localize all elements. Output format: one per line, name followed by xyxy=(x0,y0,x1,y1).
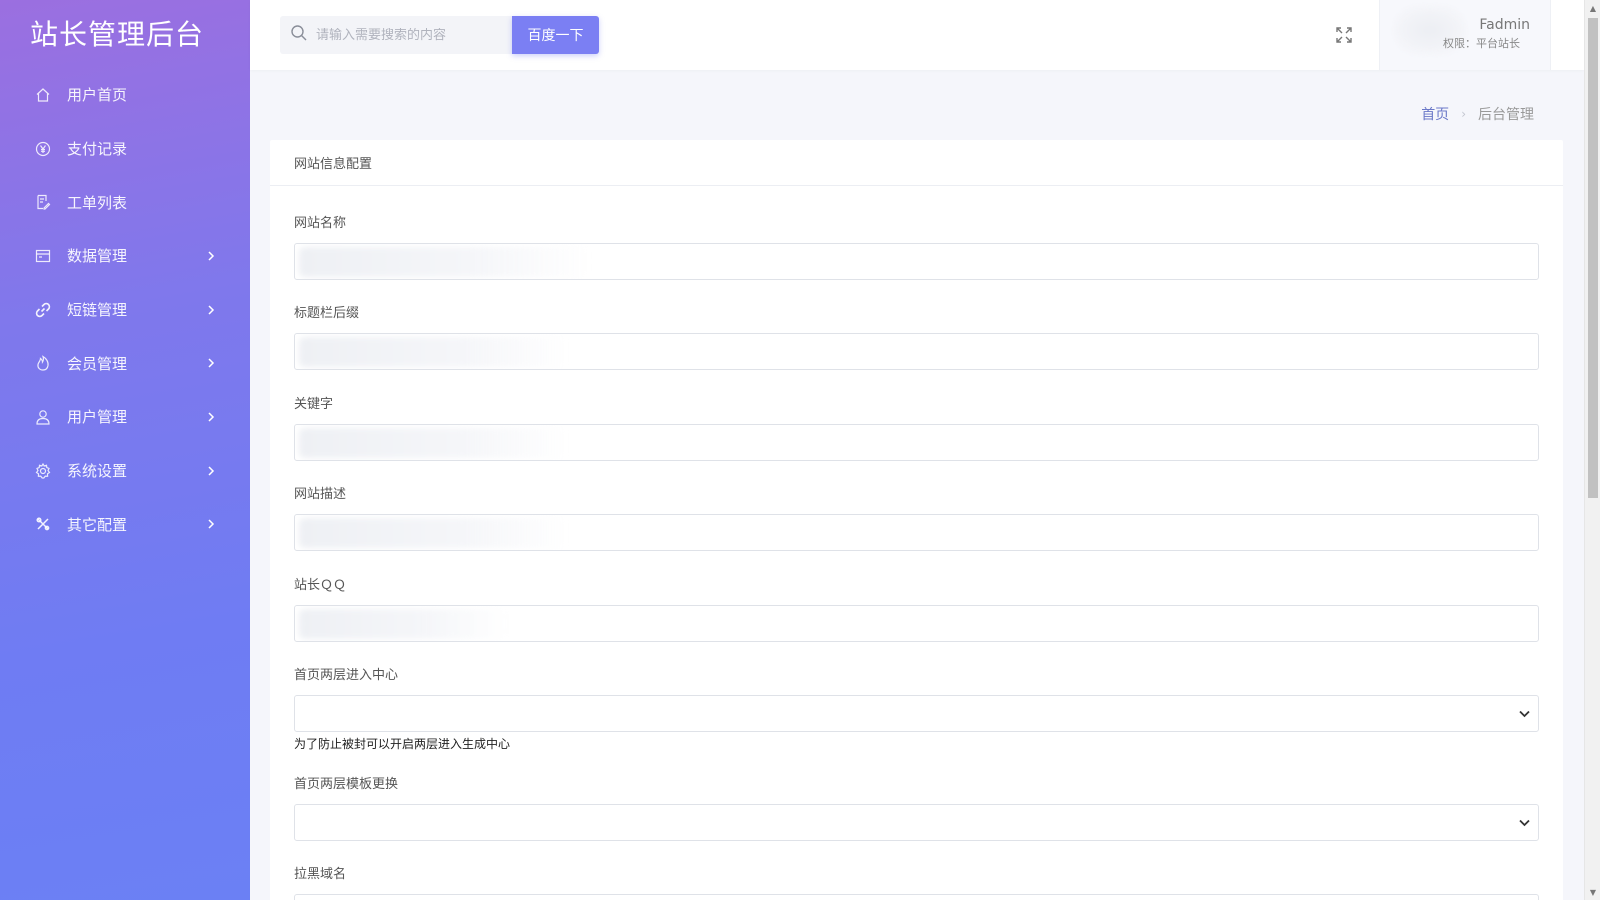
sidebar-item-user-home[interactable]: 用户首页 xyxy=(0,68,250,122)
chevron-right-icon xyxy=(206,519,216,529)
redacted-value xyxy=(299,609,509,639)
site-config-card: 网站信息配置 网站名称 标题栏后缀 关键字 网站描述 站长ＱＱ 首页两层进入中心 xyxy=(270,140,1563,900)
field-site-name: 网站名称 xyxy=(294,212,1539,280)
user-menu[interactable]: Fadmin 权限：平台站长 xyxy=(1379,0,1551,70)
redacted-value xyxy=(299,337,569,367)
sidebar-item-label: 其它配置 xyxy=(67,515,128,534)
field-site-description: 网站描述 xyxy=(294,483,1539,551)
field-keywords: 关键字 xyxy=(294,393,1539,461)
sidebar-item-payment-records[interactable]: 支付记录 xyxy=(0,122,250,176)
user-icon xyxy=(35,409,51,425)
field-label: 标题栏后缀 xyxy=(294,306,360,321)
gear-icon xyxy=(35,462,51,479)
field-label: 首页两层进入中心 xyxy=(294,668,399,683)
sidebar-item-label: 短链管理 xyxy=(67,301,128,320)
chevron-right-icon xyxy=(206,305,216,315)
breadcrumb-separator: › xyxy=(1461,107,1466,121)
brand-title[interactable]: 站长管理后台 xyxy=(0,0,250,66)
sidebar-item-system-settings[interactable]: 系统设置 xyxy=(0,444,250,498)
chevron-down-icon xyxy=(1518,708,1530,720)
sidebar-item-label: 会员管理 xyxy=(67,354,128,373)
breadcrumb: 首页 › 后台管理 xyxy=(1421,104,1534,124)
breadcrumb-home-link[interactable]: 首页 xyxy=(1421,104,1449,124)
field-title-suffix: 标题栏后缀 xyxy=(294,302,1539,370)
field-two-layer-entry: 首页两层进入中心 为了防止被封可以开启两层进入生成中心 xyxy=(294,664,1539,752)
two-layer-entry-select[interactable] xyxy=(294,695,1539,732)
tools-icon xyxy=(35,516,51,532)
fire-icon xyxy=(35,355,51,371)
user-role: 权限：平台站长 xyxy=(1443,37,1520,50)
site-description-input[interactable] xyxy=(294,514,1539,551)
sidebar-menu: 用户首页 支付记录 工单列表 数据管理 短链管理 会员管理 用户管理 系统设置 … xyxy=(0,68,250,551)
title-suffix-input[interactable] xyxy=(294,333,1539,370)
sidebar-item-label: 工单列表 xyxy=(67,193,128,212)
field-blacklist-domains: 拉黑域名 xyxy=(294,863,1539,900)
sidebar-item-label: 支付记录 xyxy=(67,140,128,159)
card-title: 网站信息配置 xyxy=(270,140,1563,186)
sidebar-item-label: 用户管理 xyxy=(67,408,128,427)
search-input[interactable] xyxy=(316,27,496,43)
sidebar-item-label: 系统设置 xyxy=(67,462,128,481)
top-header: 百度一下 Fadmin 权限：平台站长 xyxy=(250,0,1584,70)
ticket-icon xyxy=(35,194,51,210)
page-scrollbar[interactable]: ▲ ▼ xyxy=(1584,0,1600,900)
search-icon xyxy=(290,24,308,46)
yen-icon xyxy=(35,141,51,157)
fullscreen-icon[interactable] xyxy=(1333,24,1355,46)
sidebar-item-member-management[interactable]: 会员管理 xyxy=(0,336,250,390)
field-label: 首页两层模板更换 xyxy=(294,777,399,792)
chevron-right-icon xyxy=(206,251,216,261)
field-label: 拉黑域名 xyxy=(294,867,347,882)
sidebar-item-other-config[interactable]: 其它配置 xyxy=(0,498,250,552)
scroll-up-arrow-icon[interactable]: ▲ xyxy=(1585,0,1600,16)
redacted-value xyxy=(299,518,569,548)
search-bar: 百度一下 xyxy=(280,16,599,54)
scroll-thumb[interactable] xyxy=(1588,18,1598,498)
sidebar-item-data-management[interactable]: 数据管理 xyxy=(0,229,250,283)
search-field[interactable] xyxy=(280,16,512,54)
chevron-right-icon xyxy=(206,466,216,476)
keywords-input[interactable] xyxy=(294,424,1539,461)
chevron-right-icon xyxy=(206,358,216,368)
field-label: 网站名称 xyxy=(294,216,347,231)
blacklist-domains-input[interactable] xyxy=(294,894,1539,900)
site-name-input[interactable] xyxy=(294,243,1539,280)
scroll-down-arrow-icon[interactable]: ▼ xyxy=(1585,884,1600,900)
database-icon xyxy=(35,248,51,264)
breadcrumb-current: 后台管理 xyxy=(1478,107,1534,123)
sidebar-item-user-management[interactable]: 用户管理 xyxy=(0,390,250,444)
two-layer-template-select[interactable] xyxy=(294,804,1539,841)
sidebar-item-label: 数据管理 xyxy=(67,247,128,266)
home-icon xyxy=(35,87,51,103)
redacted-value xyxy=(299,428,569,458)
redacted-value xyxy=(299,247,589,277)
sidebar-item-label: 用户首页 xyxy=(67,86,128,105)
sidebar: 站长管理后台 用户首页 支付记录 工单列表 数据管理 短链管理 会员管理 用户管… xyxy=(0,0,250,900)
help-text: 为了防止被封可以开启两层进入生成中心 xyxy=(294,737,511,751)
sidebar-item-tickets[interactable]: 工单列表 xyxy=(0,175,250,229)
chevron-down-icon xyxy=(1518,817,1530,829)
search-button[interactable]: 百度一下 xyxy=(512,16,599,54)
admin-qq-input[interactable] xyxy=(294,605,1539,642)
field-label: 站长ＱＱ xyxy=(294,578,347,593)
sidebar-item-shortlink-management[interactable]: 短链管理 xyxy=(0,283,250,337)
user-name: Fadmin xyxy=(1479,17,1530,33)
field-label: 网站描述 xyxy=(294,487,347,502)
field-admin-qq: 站长ＱＱ xyxy=(294,574,1539,642)
field-two-layer-template: 首页两层模板更换 xyxy=(294,773,1539,841)
chevron-right-icon xyxy=(206,412,216,422)
link-icon xyxy=(35,302,51,318)
field-label: 关键字 xyxy=(294,397,334,412)
